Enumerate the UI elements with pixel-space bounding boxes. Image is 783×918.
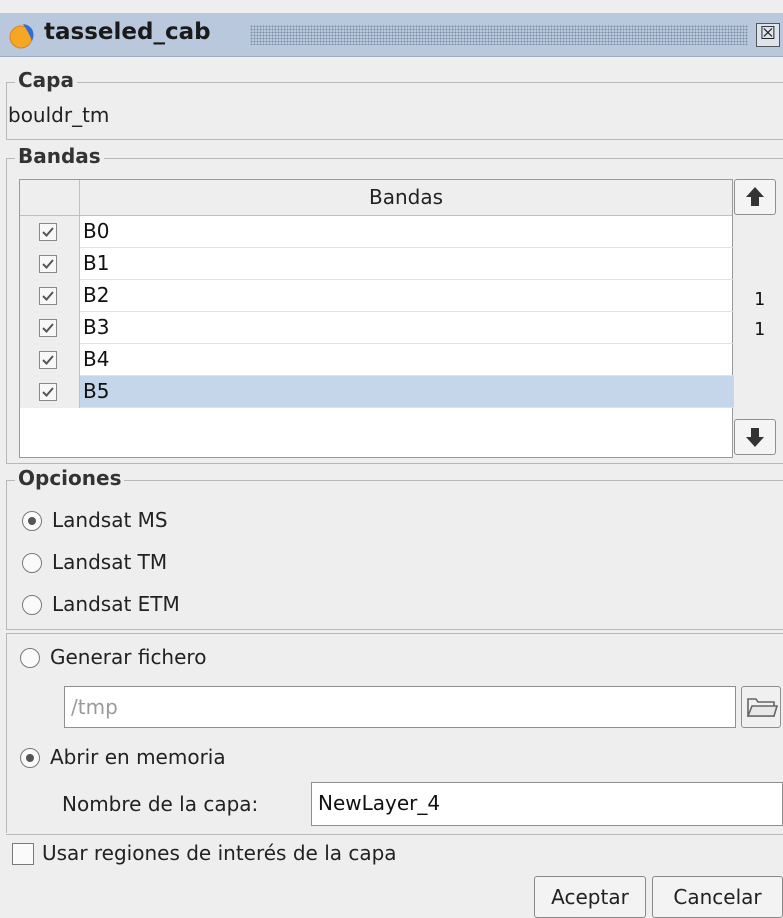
window-title: tasseled_cab bbox=[44, 19, 211, 45]
band-label: B3 bbox=[80, 312, 734, 344]
move-down-button[interactable] bbox=[734, 419, 776, 455]
title-grip bbox=[250, 25, 748, 45]
band-label: B1 bbox=[80, 248, 734, 280]
band-label: B2 bbox=[80, 280, 734, 312]
browse-folder-button[interactable] bbox=[741, 686, 781, 728]
radio-button[interactable] bbox=[20, 648, 40, 668]
bands-column-header[interactable]: Bandas bbox=[80, 180, 732, 216]
close-icon: ☒ bbox=[759, 23, 777, 44]
close-button[interactable]: ☒ bbox=[756, 23, 780, 47]
opciones-legend: Opciones bbox=[15, 466, 125, 490]
band-checkbox[interactable] bbox=[39, 351, 57, 369]
capa-legend: Capa bbox=[15, 68, 77, 92]
band-checkbox[interactable] bbox=[39, 223, 57, 241]
option-label: Landsat ETM bbox=[52, 592, 180, 616]
layer-name-field[interactable]: NewLayer_4 bbox=[311, 782, 783, 826]
radio-button[interactable] bbox=[22, 553, 42, 573]
cancel-button[interactable]: Cancelar bbox=[652, 876, 783, 918]
band-label: B0 bbox=[80, 216, 734, 248]
folder-icon bbox=[746, 698, 779, 717]
option-label: Abrir en memoria bbox=[50, 745, 226, 769]
use-roi-label: Usar regiones de interés de la capa bbox=[42, 841, 397, 865]
accept-button[interactable]: Aceptar bbox=[534, 876, 646, 918]
capa-group: Capa bbox=[6, 68, 783, 140]
band-checkbox[interactable] bbox=[39, 319, 57, 337]
divider bbox=[6, 834, 783, 835]
band-checkbox[interactable] bbox=[39, 255, 57, 273]
table-row[interactable]: B3 bbox=[20, 312, 734, 344]
side-value: 1 bbox=[754, 289, 765, 310]
option-label: Landsat MS bbox=[52, 508, 168, 532]
use-roi-checkbox[interactable] bbox=[12, 843, 34, 865]
table-row-selected[interactable]: B5 bbox=[20, 376, 734, 408]
band-checkbox[interactable] bbox=[39, 287, 57, 305]
option-label: Landsat TM bbox=[52, 550, 168, 574]
app-logo-icon bbox=[9, 24, 34, 49]
bands-table: Bandas B0 B1 B2 B3 B4 B5 bbox=[19, 179, 734, 458]
band-label: B4 bbox=[80, 344, 734, 376]
capa-value: bouldr_tm bbox=[8, 103, 110, 127]
arrow-down-icon bbox=[746, 428, 764, 447]
table-row[interactable]: B4 bbox=[20, 344, 734, 376]
tasseled-cab-dialog: tasseled_cab ☒ Capa bouldr_tm Bandas Ban… bbox=[0, 0, 783, 918]
table-row[interactable]: B1 bbox=[20, 248, 734, 280]
title-bar[interactable]: tasseled_cab ☒ bbox=[0, 13, 783, 57]
band-checkbox[interactable] bbox=[39, 383, 57, 401]
table-corner-header bbox=[20, 180, 80, 216]
bandas-legend: Bandas bbox=[15, 144, 104, 168]
layer-name-label: Nombre de la capa: bbox=[62, 792, 259, 816]
table-row[interactable]: B2 bbox=[20, 280, 734, 312]
arrow-up-icon bbox=[746, 187, 764, 206]
side-value: 1 bbox=[754, 319, 765, 340]
band-order-controls: 1 1 bbox=[734, 179, 783, 458]
table-row[interactable]: B0 bbox=[20, 216, 734, 248]
radio-button[interactable] bbox=[22, 511, 42, 531]
radio-button[interactable] bbox=[20, 748, 40, 768]
move-up-button[interactable] bbox=[734, 179, 776, 215]
option-label: Generar fichero bbox=[50, 645, 207, 669]
radio-button[interactable] bbox=[22, 595, 42, 615]
band-label: B5 bbox=[80, 376, 734, 408]
output-path-field[interactable]: /tmp bbox=[64, 686, 736, 728]
